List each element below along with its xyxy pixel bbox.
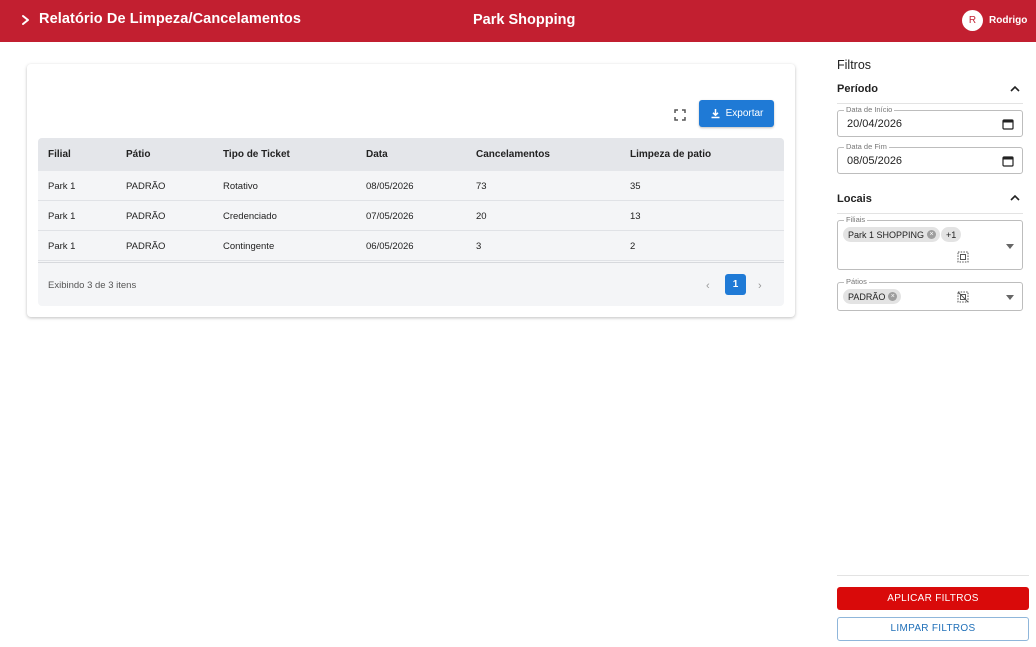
cell-cancelamentos: 3 — [476, 241, 482, 252]
report-card: Exportar Filial Pátio Tipo de Ticket Dat… — [27, 64, 795, 317]
filiais-select[interactable]: Filiais Park 1 SHOPPING × +1 — [837, 215, 1023, 270]
patios-chip: PADRÃO × — [843, 289, 902, 304]
apply-filters-button[interactable]: APLICAR FILTROS — [837, 587, 1029, 610]
site-name: Park Shopping — [473, 12, 576, 28]
cell-patio: PADRÃO — [126, 211, 166, 222]
cell-tipo-ticket: Rotativo — [223, 181, 258, 192]
cell-filial: Park 1 — [48, 181, 76, 192]
export-label: Exportar — [725, 108, 764, 119]
dropdown-arrow-icon[interactable] — [1006, 244, 1014, 249]
cell-tipo-ticket: Contingente — [223, 241, 275, 252]
column-header-tipo-ticket[interactable]: Tipo de Ticket — [223, 149, 290, 160]
cell-limpeza: 13 — [630, 211, 641, 222]
cell-cancelamentos: 20 — [476, 211, 487, 222]
prev-page-button[interactable]: ‹ — [706, 280, 710, 292]
column-header-limpeza[interactable]: Limpeza de patio — [630, 149, 711, 160]
fullscreen-icon[interactable] — [671, 106, 689, 124]
section-divider — [837, 213, 1023, 214]
table-row[interactable]: Park 1 PADRÃO Credenciado 07/05/2026 20 … — [38, 201, 784, 231]
column-header-patio[interactable]: Pátio — [126, 149, 150, 160]
grid-header: Filial Pátio Tipo de Ticket Data Cancela… — [38, 138, 784, 171]
column-header-filial[interactable]: Filial — [48, 149, 71, 160]
end-date-field[interactable]: Data de Fim 08/05/2026 — [837, 142, 1023, 174]
column-header-data[interactable]: Data — [366, 149, 388, 160]
patios-select[interactable]: Pátios PADRÃO × — [837, 277, 1023, 311]
cell-filial: Park 1 — [48, 211, 76, 222]
filters-title: Filtros — [837, 58, 872, 72]
patios-label: Pátios — [844, 277, 869, 286]
page-title: Relatório De Limpeza/Cancelamentos — [39, 11, 302, 27]
cell-filial: Park 1 — [48, 241, 76, 252]
filiais-label: Filiais — [844, 215, 868, 224]
cell-patio: PADRÃO — [126, 181, 166, 192]
more-chip: +1 — [941, 227, 962, 242]
chevron-right-icon[interactable] — [19, 12, 33, 28]
clear-filters-button[interactable]: LIMPAR FILTROS — [837, 617, 1029, 641]
chip-remove-icon[interactable]: × — [927, 230, 937, 239]
section-divider — [837, 103, 1023, 104]
table-row[interactable]: Park 1 PADRÃO Rotativo 08/05/2026 73 35 — [38, 171, 784, 201]
column-header-cancelamentos[interactable]: Cancelamentos — [476, 149, 550, 160]
dropdown-arrow-icon[interactable] — [1006, 295, 1014, 300]
grid-footer-divider — [38, 262, 784, 263]
cell-limpeza: 2 — [630, 241, 636, 252]
cell-data: 07/05/2026 — [366, 211, 414, 222]
start-date-label: Data de Início — [844, 105, 895, 114]
app-header: Relatório De Limpeza/Cancelamentos Park … — [0, 0, 1036, 42]
more-count: +1 — [946, 229, 957, 240]
avatar[interactable]: R — [962, 10, 983, 31]
deselect-all-icon[interactable] — [957, 291, 969, 303]
chevron-up-icon[interactable] — [1009, 84, 1021, 94]
chip-label: Park 1 SHOPPING — [848, 229, 925, 240]
start-date-field[interactable]: Data de Início 20/04/2026 — [837, 105, 1023, 137]
row-count-text: Exibindo 3 de 3 itens — [48, 280, 137, 291]
page-button-current[interactable]: 1 — [725, 274, 746, 295]
data-grid: Filial Pátio Tipo de Ticket Data Cancela… — [38, 138, 784, 306]
calendar-icon[interactable] — [1002, 155, 1014, 167]
end-date-value: 08/05/2026 — [847, 155, 903, 167]
chip-remove-icon[interactable]: × — [888, 292, 898, 301]
table-row[interactable]: Park 1 PADRÃO Contingente 06/05/2026 3 2 — [38, 231, 784, 261]
start-date-value: 20/04/2026 — [847, 118, 903, 130]
next-page-button[interactable]: › — [758, 280, 762, 292]
cell-data: 08/05/2026 — [366, 181, 414, 192]
user-name[interactable]: Rodrigo — [989, 15, 1027, 26]
end-date-label: Data de Fim — [844, 142, 889, 151]
cell-tipo-ticket: Credenciado — [223, 211, 277, 222]
download-icon — [711, 109, 720, 119]
cell-data: 06/05/2026 — [366, 241, 414, 252]
filiais-chip: Park 1 SHOPPING × — [843, 227, 941, 242]
locais-heading[interactable]: Locais — [837, 193, 872, 205]
cell-cancelamentos: 73 — [476, 181, 487, 192]
cell-limpeza: 35 — [630, 181, 641, 192]
export-button[interactable]: Exportar — [699, 100, 774, 127]
periodo-heading[interactable]: Período — [837, 83, 878, 95]
chevron-up-icon[interactable] — [1009, 193, 1021, 203]
cell-patio: PADRÃO — [126, 241, 166, 252]
actions-divider — [837, 575, 1029, 576]
chip-label: PADRÃO — [848, 291, 886, 302]
calendar-icon[interactable] — [1002, 118, 1014, 130]
select-all-icon[interactable] — [957, 251, 969, 263]
